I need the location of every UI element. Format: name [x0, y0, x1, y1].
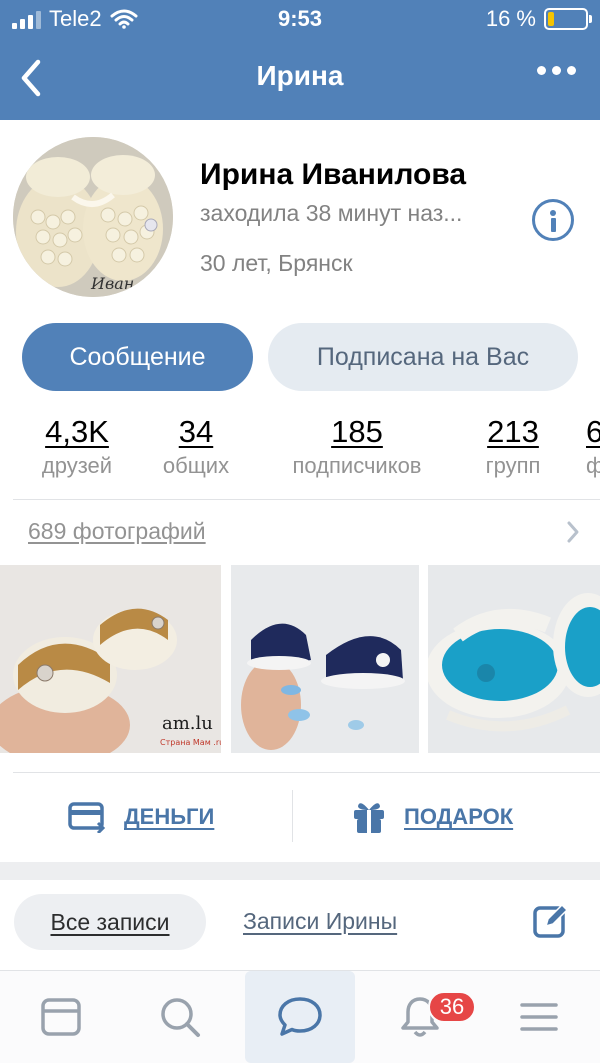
menu-icon: [520, 1003, 558, 1031]
battery-percent: 16 %: [485, 6, 536, 31]
photos-count-link[interactable]: 689 фотографий: [28, 518, 206, 545]
bottom-tab-bar: 36: [0, 970, 600, 1063]
divider: [13, 499, 600, 500]
info-icon[interactable]: [532, 199, 574, 241]
more-horizontal-icon[interactable]: [537, 66, 576, 75]
divider: [292, 790, 293, 842]
last-seen: заходила 38 минут наз...: [200, 200, 463, 226]
counter-mutual[interactable]: 34 общих: [150, 413, 242, 479]
chevron-right-icon[interactable]: [566, 520, 580, 544]
tab-newsfeed[interactable]: [6, 971, 116, 1063]
photo-watermark-sub: Страна Мам .ru: [160, 738, 221, 747]
money-transfer-icon: [68, 802, 106, 833]
photo-thumbnail[interactable]: am.lu Страна Мам .ru: [0, 565, 221, 753]
gift-button[interactable]: ПОДАРОК: [352, 790, 513, 844]
counter-value: 6: [586, 414, 600, 449]
counter-groups[interactable]: 213 групп: [472, 413, 554, 479]
counter-photos-partial[interactable]: 6 ф: [586, 413, 600, 479]
tab-owner-posts[interactable]: Записи Ирины: [243, 908, 397, 935]
avatar[interactable]: Иван: [13, 137, 173, 297]
battery-status: 16 %: [485, 6, 592, 32]
counter-value: 4,3K: [45, 414, 109, 449]
counter-value: 213: [487, 414, 539, 449]
newsfeed-icon: [41, 998, 81, 1036]
section-gap: [0, 862, 600, 880]
money-button[interactable]: ДЕНЬГИ: [68, 790, 214, 844]
counter-value: 185: [331, 414, 383, 449]
age-city: 30 лет, Брянск: [200, 250, 353, 276]
notifications-badge: 36: [428, 991, 476, 1023]
counter-label: друзей: [41, 453, 113, 478]
avatar-caption: Иван: [90, 274, 134, 293]
top-bar: Tele2 9:53 16 % Ирина: [0, 0, 600, 120]
photo-thumbnail[interactable]: [428, 565, 600, 753]
wall-tabs: Все записи Записи Ирины: [0, 880, 600, 970]
battery-fill: [548, 12, 554, 26]
photo-thumbnail[interactable]: [231, 565, 419, 753]
counter-value: 34: [178, 414, 214, 449]
counter-label: ф: [586, 453, 600, 478]
counter-label: подписчиков: [292, 453, 422, 478]
counters-row: 4,3K друзей 34 общих 185 подписчиков 213…: [0, 413, 600, 483]
counter-label: общих: [162, 453, 230, 478]
money-label: ДЕНЬГИ: [124, 804, 215, 829]
navigation-bar: Ирина: [0, 40, 600, 120]
profile-name: Ирина Иванилова: [200, 158, 467, 191]
message-button[interactable]: Сообщение: [22, 323, 253, 391]
tab-messages[interactable]: [245, 971, 355, 1063]
avatar-image: Иван: [13, 137, 173, 297]
subscribed-button[interactable]: Подписана на Вас: [268, 323, 578, 391]
divider: [13, 772, 600, 773]
counter-label: групп: [485, 453, 541, 478]
gift-icon: [354, 803, 384, 833]
photo-watermark: am.lu: [162, 713, 213, 734]
battery-icon: [544, 8, 592, 30]
counter-followers[interactable]: 185 подписчиков: [272, 413, 442, 479]
search-icon: [161, 998, 200, 1037]
status-bar: Tele2 9:53 16 %: [0, 0, 600, 40]
tab-menu[interactable]: [484, 971, 594, 1063]
counter-friends[interactable]: 4,3K друзей: [26, 413, 128, 479]
edit-post-icon[interactable]: [532, 902, 570, 940]
tab-search[interactable]: [125, 971, 235, 1063]
gift-label: ПОДАРОК: [404, 804, 514, 829]
tab-all-posts[interactable]: Все записи: [14, 894, 206, 950]
page-title: Ирина: [256, 60, 344, 91]
messages-icon: [278, 997, 322, 1036]
